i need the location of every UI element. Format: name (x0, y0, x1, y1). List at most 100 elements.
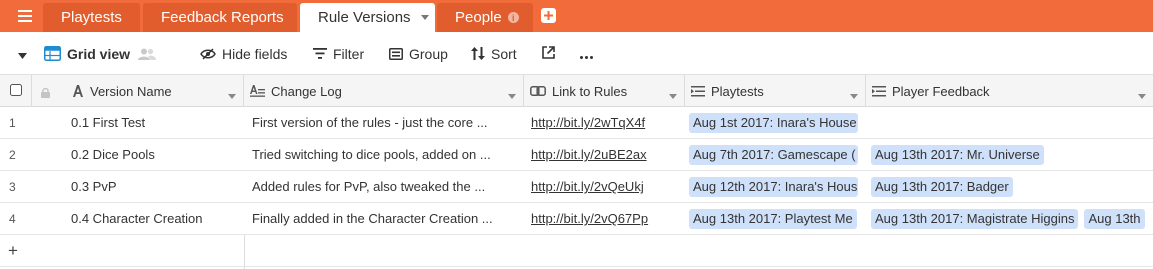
rules-link[interactable]: http://bit.ly/2vQ67Pp (531, 211, 648, 226)
version-name-cell[interactable]: 0.1 First Test (71, 107, 241, 138)
view-name-button[interactable]: Grid view (44, 32, 157, 75)
linked-record-chip[interactable]: Aug 13th 2017: Mr. Universe (871, 144, 1044, 165)
linked-record-chip[interactable]: Aug 13th (1084, 208, 1145, 229)
share-icon (542, 45, 555, 62)
playtests-cell[interactable]: Aug 1st 2017: Inara's House (689, 107, 864, 138)
view-toolbar: Grid view Hide fields Filter Group Sort (0, 32, 1153, 75)
chevron-down-icon (18, 46, 27, 62)
add-table-button[interactable] (541, 8, 556, 23)
hide-fields-label: Hide fields (222, 45, 288, 62)
table-row[interactable]: 4 0.4 Character Creation Finally added i… (0, 203, 1153, 235)
long-text-icon (250, 85, 265, 97)
tab-rule-versions[interactable]: Rule Versions (300, 3, 435, 32)
text-field-icon (72, 85, 84, 97)
chevron-down-icon[interactable] (1138, 87, 1146, 102)
player-feedback-cell[interactable] (871, 107, 1153, 138)
more-icon (580, 46, 593, 62)
chevron-down-icon[interactable] (669, 87, 677, 102)
version-name-cell[interactable]: 0.2 Dice Pools (71, 139, 241, 170)
linked-record-chip[interactable]: Aug 1st 2017: Inara's House (689, 112, 858, 133)
group-label: Group (409, 45, 448, 62)
table-row[interactable]: 3 0.3 PvP Added rules for PvP, also twea… (0, 171, 1153, 203)
checkbox-icon[interactable] (9, 83, 22, 99)
column-header-link-to-rules[interactable]: Link to Rules (524, 75, 685, 107)
add-record-row[interactable]: + (0, 235, 1153, 267)
select-all-checkbox[interactable] (0, 75, 32, 107)
more-options-button[interactable] (580, 32, 593, 75)
link-cell[interactable]: http://bit.ly/2uBE2ax (531, 139, 681, 170)
linked-record-chip[interactable]: Aug 13th 2017: Playtest Me (689, 208, 857, 229)
column-header-version-name[interactable]: Version Name (32, 75, 244, 107)
version-name-cell[interactable]: 0.3 PvP (71, 171, 241, 202)
linked-record-icon (872, 85, 886, 97)
table-row[interactable]: 1 0.1 First Test First version of the ru… (0, 107, 1153, 139)
player-feedback-cell[interactable]: Aug 13th 2017: Magistrate Higgins Aug 13t… (871, 203, 1153, 234)
version-name-cell[interactable]: 0.4 Character Creation (71, 203, 241, 234)
shared-people-icon (138, 48, 157, 60)
column-header-change-log[interactable]: Change Log (244, 75, 524, 107)
share-view-button[interactable] (542, 32, 555, 75)
tab-label: Feedback Reports (161, 9, 284, 26)
filter-icon (313, 48, 327, 59)
records-grid: Version Name Change Log Link to Rules Pl… (0, 75, 1153, 269)
linked-record-icon (691, 85, 705, 97)
tab-label: People (455, 9, 502, 26)
linked-record-chip[interactable]: Aug 12th 2017: Inara's Hous (689, 176, 858, 197)
column-header-player-feedback[interactable]: Player Feedback (866, 75, 1153, 107)
row-number: 4 (9, 211, 16, 226)
rules-link[interactable]: http://bit.ly/2vQeUkj (531, 179, 644, 194)
sort-label: Sort (491, 45, 517, 62)
linked-record-chip[interactable]: Aug 7th 2017: Gamescape ( (689, 144, 858, 165)
playtests-cell[interactable]: Aug 13th 2017: Playtest Me (689, 203, 864, 234)
info-icon: i (507, 12, 519, 23)
chevron-down-icon[interactable] (850, 87, 858, 102)
link-cell[interactable]: http://bit.ly/2wTqX4f (531, 107, 681, 138)
playtests-cell[interactable]: Aug 12th 2017: Inara's Hous (689, 171, 864, 202)
linked-record-chip[interactable]: Aug 13th 2017: Badger (871, 176, 1013, 197)
plus-icon[interactable]: + (8, 241, 18, 261)
link-cell[interactable]: http://bit.ly/2vQ67Pp (531, 203, 681, 234)
sort-button[interactable]: Sort (471, 32, 517, 75)
player-feedback-cell[interactable]: Aug 13th 2017: Badger (871, 171, 1153, 202)
grid-header: Version Name Change Log Link to Rules Pl… (0, 75, 1153, 107)
group-icon (389, 47, 403, 60)
chevron-down-icon[interactable] (228, 87, 236, 102)
tab-playtests[interactable]: Playtests (43, 3, 140, 32)
chevron-down-icon[interactable] (420, 15, 429, 20)
link-field-icon (530, 86, 546, 96)
rules-link[interactable]: http://bit.ly/2uBE2ax (531, 147, 647, 162)
chevron-down-icon[interactable] (508, 87, 516, 102)
rules-link[interactable]: http://bit.ly/2wTqX4f (531, 115, 645, 130)
hide-fields-icon (200, 47, 216, 60)
change-log-cell[interactable]: Added rules for PvP, also tweaked the ..… (252, 171, 518, 202)
view-switcher-chevron[interactable] (18, 32, 27, 75)
change-log-cell[interactable]: First version of the rules - just the co… (252, 107, 518, 138)
filter-button[interactable]: Filter (313, 32, 364, 75)
tab-label: Rule Versions (318, 9, 411, 26)
group-button[interactable]: Group (389, 32, 448, 75)
grid-view-icon (44, 46, 61, 61)
link-cell[interactable]: http://bit.ly/2vQeUkj (531, 171, 681, 202)
sort-icon (471, 47, 485, 60)
tab-feedback-reports[interactable]: Feedback Reports (143, 3, 297, 32)
tab-bar: Playtests Feedback Reports Rule Versions… (0, 0, 1153, 32)
tab-label: Playtests (61, 9, 122, 26)
column-title: Change Log (271, 83, 342, 99)
column-header-playtests[interactable]: Playtests (685, 75, 866, 107)
player-feedback-cell[interactable]: Aug 13th 2017: Mr. Universe (871, 139, 1153, 170)
linked-record-chip[interactable]: Aug 13th 2017: Magistrate Higgins (871, 208, 1079, 229)
view-name: Grid view (67, 45, 131, 62)
lock-icon (41, 86, 50, 101)
playtests-cell[interactable]: Aug 7th 2017: Gamescape ( (689, 139, 864, 170)
change-log-cell[interactable]: Finally added in the Character Creation … (252, 203, 518, 234)
menu-icon[interactable] (8, 4, 42, 28)
hide-fields-button[interactable]: Hide fields (200, 32, 287, 75)
row-number: 3 (9, 179, 16, 194)
tab-people[interactable]: People i (437, 3, 533, 32)
column-title: Version Name (90, 83, 172, 99)
table-row[interactable]: 2 0.2 Dice Pools Tried switching to dice… (0, 139, 1153, 171)
column-title: Link to Rules (552, 83, 628, 99)
row-number: 1 (9, 115, 16, 130)
change-log-cell[interactable]: Tried switching to dice pools, added on … (252, 139, 518, 170)
plus-icon (544, 11, 553, 20)
